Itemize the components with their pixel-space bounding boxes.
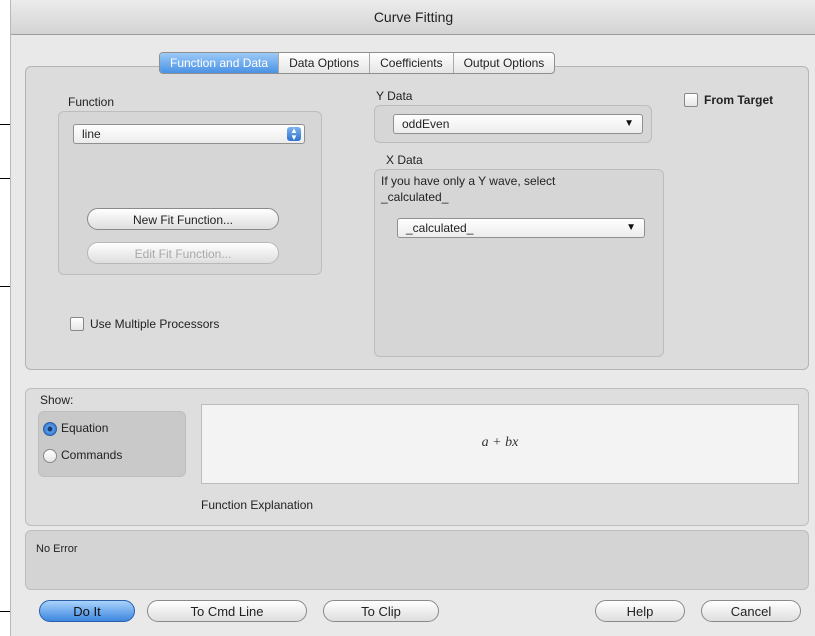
equation-text: a + bx [481,435,519,450]
y-data-label: Y Data [376,89,413,103]
new-fit-function-button[interactable]: New Fit Function... [87,208,279,230]
tab-output-options[interactable]: Output Options [454,53,555,73]
do-it-button[interactable]: Do It [39,600,135,622]
window-title: Curve Fitting [11,0,815,35]
updown-arrows-icon: ▲ ▼ [287,127,301,142]
use-multiple-processors-label: Use Multiple Processors [90,317,220,331]
function-select[interactable]: line ▲ ▼ [73,124,305,144]
dropdown-arrow-icon: ▼ [626,222,636,233]
commands-radio[interactable] [43,449,57,463]
x-data-label: X Data [386,153,423,167]
y-data-group: oddEven ▼ [374,105,652,143]
function-group: line ▲ ▼ New Fit Function... Edit Fit Fun… [58,111,322,275]
function-and-data-panel: Function line ▲ ▼ New Fit Function... Edi… [25,66,809,370]
to-clip-button[interactable]: To Clip [323,600,439,622]
tab-coefficients[interactable]: Coefficients [370,53,454,73]
edit-fit-function-button[interactable]: Edit Fit Function... [87,242,279,264]
error-text: No Error [36,543,78,555]
equation-display: a + bx [201,404,799,484]
x-data-hint-line2: _calculated_ [381,190,449,204]
commands-radio-label: Commands [61,448,123,462]
function-label: Function [68,95,115,109]
equation-radio-label: Equation [61,421,109,435]
function-explanation-label: Function Explanation [201,498,314,512]
y-data-select[interactable]: oddEven ▼ [393,114,643,134]
error-box: No Error [25,530,809,590]
curve-fitting-window: Curve Fitting Function and Data Data Opt… [10,0,815,636]
x-data-select[interactable]: _calculated_ ▼ [397,218,645,238]
from-target-label: From Target [704,93,774,107]
y-data-select-value: oddEven [402,117,450,131]
show-options-group: Equation Commands [38,411,186,477]
help-button[interactable]: Help [595,600,685,622]
to-cmd-line-button[interactable]: To Cmd Line [147,600,307,622]
from-target-checkbox[interactable] [684,93,698,107]
cancel-button[interactable]: Cancel [701,600,801,622]
function-select-value: line [82,127,101,141]
x-data-hint-line1: If you have only a Y wave, select [381,174,556,188]
tab-bar: Function and Data Data Options Coefficie… [159,52,556,74]
show-label: Show: [40,393,74,407]
x-data-group: If you have only a Y wave, select _calcu… [374,169,664,357]
x-data-select-value: _calculated_ [406,221,474,235]
tab-data-options[interactable]: Data Options [279,53,371,73]
equation-radio[interactable] [43,422,57,436]
use-multiple-processors-checkbox[interactable] [70,317,84,331]
dropdown-arrow-icon: ▼ [624,118,634,129]
tab-function-and-data[interactable]: Function and Data [160,53,280,73]
